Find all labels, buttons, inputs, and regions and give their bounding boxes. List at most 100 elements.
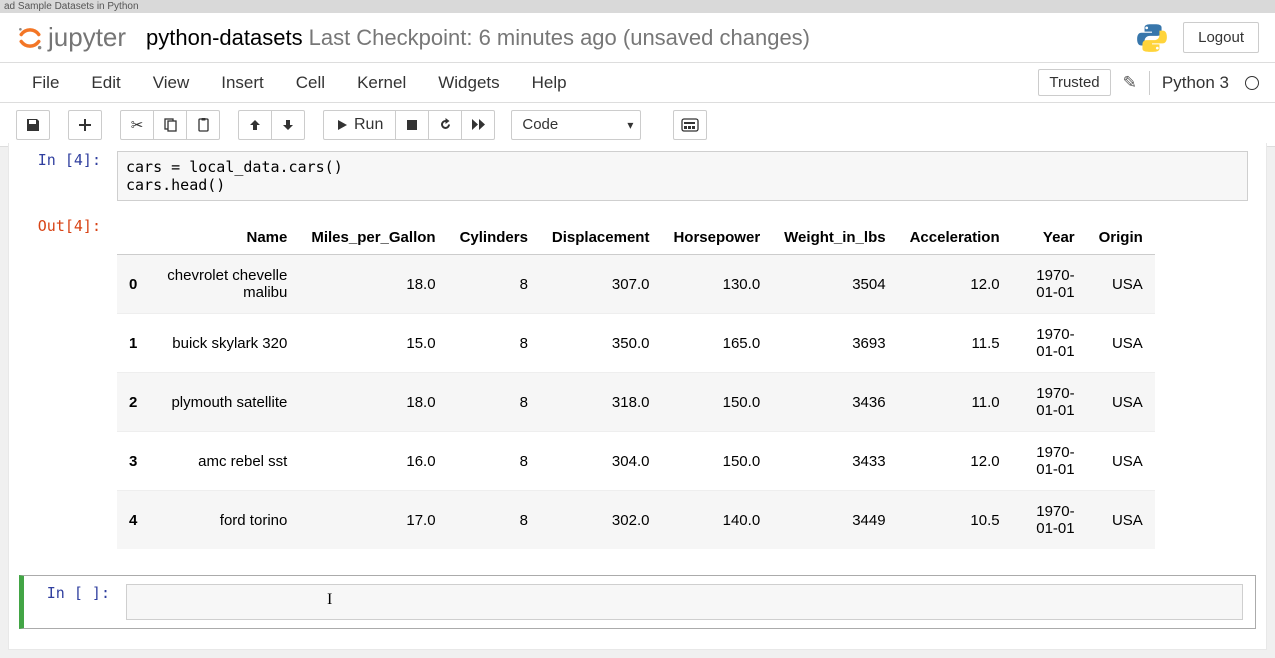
pencil-icon[interactable]: ✎ — [1123, 73, 1137, 93]
table-cell: 8 — [448, 255, 540, 314]
run-button[interactable]: Run — [323, 110, 396, 140]
table-cell: USA — [1087, 491, 1155, 550]
toolbar: ✂ Run Code — [0, 103, 1275, 147]
code-input[interactable]: cars = local_data.cars() cars.head() — [117, 151, 1248, 201]
table-row: 0chevrolet chevelle malibu18.08307.0130.… — [117, 255, 1155, 314]
menu-view[interactable]: View — [137, 65, 206, 101]
copy-button[interactable] — [153, 110, 187, 140]
table-cell: 3436 — [772, 373, 897, 432]
table-cell: amc rebel sst — [149, 432, 299, 491]
table-cell: 8 — [448, 491, 540, 550]
command-palette-button[interactable] — [673, 110, 707, 140]
table-cell: 11.0 — [898, 373, 1012, 432]
table-cell: 1970-01-01 — [1012, 255, 1087, 314]
column-header: Displacement — [540, 221, 662, 255]
notebook-name[interactable]: python-datasets — [146, 25, 303, 51]
table-cell: 150.0 — [661, 432, 772, 491]
table-cell: USA — [1087, 432, 1155, 491]
table-cell: 15.0 — [299, 314, 447, 373]
table-cell: 12.0 — [898, 255, 1012, 314]
menu-kernel[interactable]: Kernel — [341, 65, 422, 101]
kernel-name[interactable]: Python 3 — [1162, 73, 1229, 93]
table-cell: plymouth satellite — [149, 373, 299, 432]
table-cell: 318.0 — [540, 373, 662, 432]
table-cell: 3693 — [772, 314, 897, 373]
table-cell: 304.0 — [540, 432, 662, 491]
paste-button[interactable] — [186, 110, 220, 140]
table-cell: 8 — [448, 373, 540, 432]
menu-widgets[interactable]: Widgets — [422, 65, 515, 101]
move-up-button[interactable] — [238, 110, 272, 140]
menu-cell[interactable]: Cell — [280, 65, 341, 101]
column-header: Miles_per_Gallon — [299, 221, 447, 255]
python-icon — [1135, 21, 1169, 55]
table-cell: 130.0 — [661, 255, 772, 314]
jupyter-icon — [16, 24, 44, 52]
table-cell: 1970-01-01 — [1012, 491, 1087, 550]
selected-code-cell[interactable]: In [ ]: — [19, 575, 1256, 629]
row-index: 4 — [117, 491, 149, 550]
table-cell: USA — [1087, 314, 1155, 373]
out-prompt: Out[4]: — [19, 213, 109, 553]
table-cell: USA — [1087, 255, 1155, 314]
table-cell: 16.0 — [299, 432, 447, 491]
dataframe-table: NameMiles_per_GallonCylindersDisplacemen… — [117, 221, 1155, 549]
code-cell: In [4]:cars = local_data.cars() cars.hea… — [19, 143, 1256, 209]
separator — [1149, 71, 1150, 95]
table-cell: 165.0 — [661, 314, 772, 373]
table-row: 3amc rebel sst16.08304.0150.0343312.0197… — [117, 432, 1155, 491]
in-prompt: In [4]: — [19, 147, 109, 205]
menu-insert[interactable]: Insert — [205, 65, 280, 101]
kernel-status-icon — [1245, 76, 1259, 90]
column-header: Cylinders — [448, 221, 540, 255]
text-cursor-icon — [327, 591, 337, 609]
restart-button[interactable] — [428, 110, 462, 140]
notebook-header: jupyter python-datasets Last Checkpoint:… — [0, 13, 1275, 63]
cut-button[interactable]: ✂ — [120, 110, 154, 140]
table-cell: 12.0 — [898, 432, 1012, 491]
table-row: 1buick skylark 32015.08350.0165.0369311.… — [117, 314, 1155, 373]
table-cell: 1970-01-01 — [1012, 314, 1087, 373]
column-header: Horsepower — [661, 221, 772, 255]
table-cell: 3449 — [772, 491, 897, 550]
row-index: 0 — [117, 255, 149, 314]
table-cell: USA — [1087, 373, 1155, 432]
menu-help[interactable]: Help — [516, 65, 583, 101]
table-cell: 17.0 — [299, 491, 447, 550]
restart-run-all-button[interactable] — [461, 110, 495, 140]
table-cell: 18.0 — [299, 255, 447, 314]
save-button[interactable] — [16, 110, 50, 140]
row-index: 3 — [117, 432, 149, 491]
table-cell: ford torino — [149, 491, 299, 550]
table-cell: 11.5 — [898, 314, 1012, 373]
interrupt-button[interactable] — [395, 110, 429, 140]
table-cell: 18.0 — [299, 373, 447, 432]
menubar: File Edit View Insert Cell Kernel Widget… — [0, 63, 1275, 103]
table-cell: 302.0 — [540, 491, 662, 550]
column-header: Weight_in_lbs — [772, 221, 897, 255]
jupyter-logo[interactable]: jupyter — [16, 22, 126, 53]
table-cell: 1970-01-01 — [1012, 373, 1087, 432]
table-row: 2plymouth satellite18.08318.0150.0343611… — [117, 373, 1155, 432]
trusted-indicator[interactable]: Trusted — [1038, 69, 1110, 96]
menu-file[interactable]: File — [16, 65, 75, 101]
add-cell-button[interactable] — [68, 110, 102, 140]
code-input[interactable] — [126, 584, 1243, 620]
logout-button[interactable]: Logout — [1183, 22, 1259, 53]
table-cell: 3433 — [772, 432, 897, 491]
row-index: 1 — [117, 314, 149, 373]
table-cell: chevrolet chevelle malibu — [149, 255, 299, 314]
row-index: 2 — [117, 373, 149, 432]
table-cell: buick skylark 320 — [149, 314, 299, 373]
table-cell: 140.0 — [661, 491, 772, 550]
table-cell: 10.5 — [898, 491, 1012, 550]
cell-type-select[interactable]: Code — [511, 110, 641, 140]
column-header: Name — [149, 221, 299, 255]
column-header: Year — [1012, 221, 1087, 255]
move-down-button[interactable] — [271, 110, 305, 140]
menu-edit[interactable]: Edit — [75, 65, 136, 101]
browser-tab-strip: ad Sample Datasets in Python — [0, 0, 1275, 13]
table-cell: 307.0 — [540, 255, 662, 314]
jupyter-logo-text: jupyter — [48, 22, 126, 53]
output-cell: Out[4]:NameMiles_per_GallonCylindersDisp… — [19, 209, 1256, 557]
